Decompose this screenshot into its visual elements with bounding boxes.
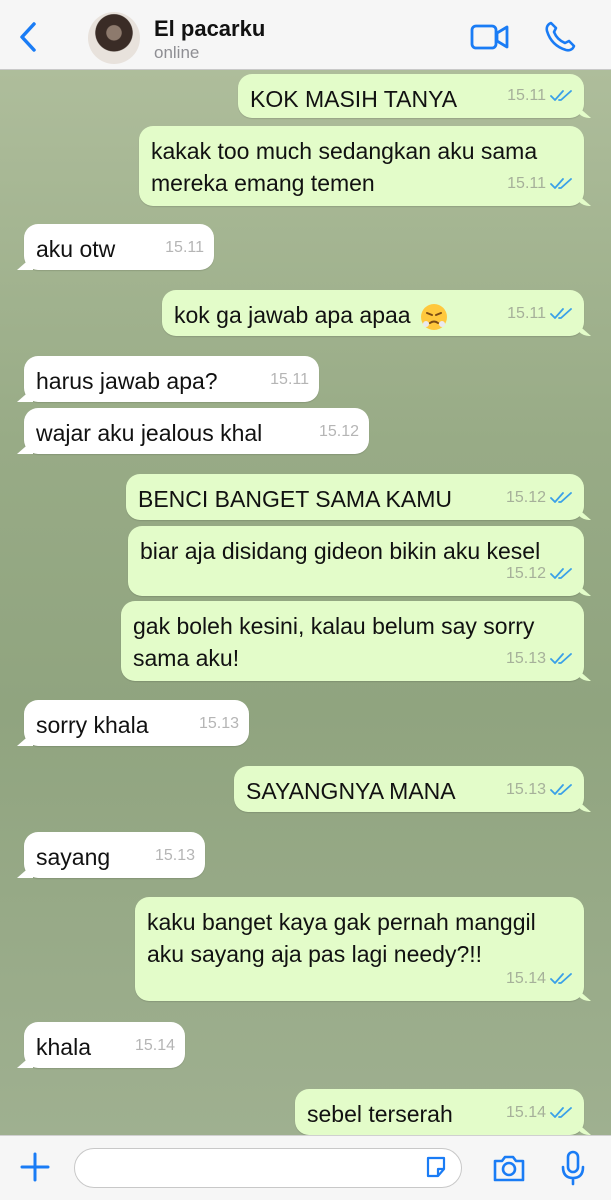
message-time: 15.11: [507, 87, 546, 104]
message-text: KOK MASIH TANYA: [250, 86, 458, 112]
message-time: 15.13: [505, 781, 546, 798]
message-time: 15.14: [134, 1037, 175, 1054]
message-time: 15.14: [505, 1104, 546, 1121]
message-text: kaku banget kaya gak pernah manggil aku …: [147, 909, 536, 967]
message-input[interactable]: [74, 1148, 462, 1188]
message-meta: 15.12: [506, 482, 574, 514]
double-check-icon: [550, 973, 572, 984]
message-bubble-incoming[interactable]: wajar aku jealous khal 15.12: [24, 408, 369, 454]
message-text: gak boleh kesini, kalau belum say sorry …: [133, 613, 535, 671]
message-bubble-incoming[interactable]: harus jawab apa? 15.11: [24, 356, 319, 402]
double-check-icon: [550, 653, 572, 664]
message-text: kakak too much sedangkan aku sama mereka…: [151, 138, 538, 196]
double-check-icon: [550, 784, 572, 795]
double-check-icon: [550, 1107, 572, 1118]
message-bubble-incoming[interactable]: khala 15.14: [24, 1022, 185, 1068]
avatar[interactable]: [88, 12, 140, 64]
camera-icon[interactable]: [492, 1153, 526, 1183]
message-meta: 15.14: [135, 1030, 175, 1062]
message-time: 15.13: [154, 847, 195, 864]
message-list[interactable]: KOK MASIH TANYA 15.11 kakak too much sed…: [0, 70, 611, 1135]
message-bubble-outgoing[interactable]: sebel terserah 15.14: [295, 1089, 584, 1135]
message-text: wajar aku jealous khal: [36, 420, 263, 446]
message-meta: 15.12: [319, 416, 359, 448]
contact-name[interactable]: El pacarku: [154, 16, 265, 42]
message-time: 15.11: [165, 239, 204, 256]
message-bubble-incoming[interactable]: aku otw 15.11: [24, 224, 214, 270]
chevron-left-icon[interactable]: [14, 20, 44, 54]
message-meta: 15.14: [506, 963, 574, 995]
plus-icon[interactable]: [18, 1150, 52, 1184]
message-bubble-outgoing[interactable]: gak boleh kesini, kalau belum say sorry …: [121, 601, 584, 681]
message-text: sebel terserah: [307, 1101, 453, 1127]
message-meta: 15.14: [506, 1097, 574, 1129]
message-bubble-outgoing[interactable]: BENCI BANGET SAMA KAMU 15.12: [126, 474, 584, 520]
message-bubble-outgoing[interactable]: kakak too much sedangkan aku sama mereka…: [139, 126, 584, 206]
message-time: 15.12: [505, 565, 546, 582]
message-bubble-incoming[interactable]: sayang 15.13: [24, 832, 205, 878]
message-time: 15.13: [198, 715, 239, 732]
phone-icon[interactable]: [543, 20, 577, 54]
message-text: harus jawab apa?: [36, 368, 218, 394]
message-time: 15.11: [270, 371, 309, 388]
message-meta: 15.13: [506, 643, 574, 675]
double-check-icon: [550, 492, 572, 503]
message-text: biar aja disidang gideon bikin aku kesel: [140, 538, 541, 564]
message-time: 15.12: [318, 423, 359, 440]
message-bubble-outgoing[interactable]: kaku banget kaya gak pernah manggil aku …: [135, 897, 584, 1001]
double-check-icon: [550, 568, 572, 579]
message-time: 15.13: [505, 650, 546, 667]
double-check-icon: [550, 178, 572, 189]
double-check-icon: [550, 308, 572, 319]
message-meta: 15.13: [506, 774, 574, 806]
message-text: SAYANGNYA MANA: [246, 778, 456, 804]
message-text: khala: [36, 1034, 91, 1060]
message-text: BENCI BANGET SAMA KAMU: [138, 486, 452, 512]
video-camera-icon[interactable]: [470, 22, 510, 52]
chat-header: El pacarku online: [0, 0, 611, 70]
message-time: 15.14: [505, 970, 546, 987]
message-bubble-outgoing[interactable]: SAYANGNYA MANA 15.13: [234, 766, 584, 812]
message-bubble-outgoing[interactable]: KOK MASIH TANYA 15.11: [238, 74, 584, 118]
message-text: aku otw: [36, 236, 116, 262]
message-meta: 15.11: [507, 298, 574, 330]
sticker-icon[interactable]: [424, 1155, 448, 1179]
microphone-icon[interactable]: [558, 1150, 588, 1186]
message-meta: 15.13: [155, 840, 195, 872]
composer-bar: [0, 1135, 611, 1200]
message-meta: 15.11: [507, 80, 574, 112]
message-time: 15.11: [507, 175, 546, 192]
contact-status: online: [154, 43, 200, 62]
message-meta: 15.13: [199, 708, 239, 740]
face-with-steam-from-nose-icon: [420, 303, 447, 330]
message-text: kok ga jawab apa apaa: [174, 302, 411, 328]
message-time: 15.12: [505, 489, 546, 506]
message-bubble-outgoing[interactable]: biar aja disidang gideon bikin aku kesel…: [128, 526, 584, 596]
message-bubble-incoming[interactable]: sorry khala 15.13: [24, 700, 249, 746]
message-text: sorry khala: [36, 712, 149, 738]
message-text: sayang: [36, 844, 111, 870]
message-meta: 15.12: [506, 558, 574, 590]
message-time: 15.11: [507, 305, 546, 322]
message-meta: 15.11: [270, 364, 309, 396]
message-meta: 15.11: [507, 168, 574, 200]
double-check-icon: [550, 90, 572, 101]
message-bubble-outgoing[interactable]: kok ga jawab apa apaa 15.11: [162, 290, 584, 336]
message-meta: 15.11: [165, 232, 204, 264]
